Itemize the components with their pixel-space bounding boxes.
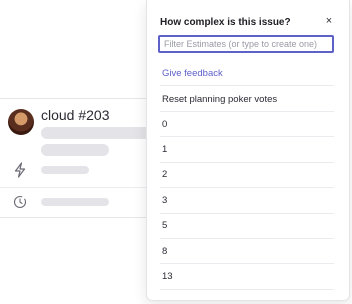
estimate-option-3[interactable]: 3	[162, 195, 167, 206]
divider	[160, 213, 334, 214]
filter-estimates-input[interactable]	[158, 35, 334, 53]
divider	[160, 111, 334, 112]
divider	[160, 289, 334, 290]
divider	[160, 263, 334, 264]
estimate-popover: How complex is this issue? × Give feedba…	[146, 0, 350, 301]
skeleton-line	[41, 144, 109, 156]
close-button[interactable]: ×	[322, 14, 336, 28]
card-title: cloud #203	[41, 107, 110, 123]
divider	[160, 85, 334, 86]
give-feedback-link[interactable]: Give feedback	[162, 68, 223, 79]
clock-icon	[13, 195, 27, 209]
divider	[160, 162, 334, 163]
divider	[160, 136, 334, 137]
skeleton-line	[41, 166, 89, 174]
estimate-option-8[interactable]: 8	[162, 246, 167, 257]
skeleton-line	[41, 127, 159, 139]
divider	[160, 238, 334, 239]
bolt-icon	[14, 162, 26, 178]
skeleton-line	[41, 198, 109, 206]
estimate-option-5[interactable]: 5	[162, 220, 167, 231]
estimate-option-1[interactable]: 1	[162, 144, 167, 155]
estimate-option-13[interactable]: 13	[162, 271, 173, 282]
reset-votes-option[interactable]: Reset planning poker votes	[162, 94, 277, 105]
estimate-option-2[interactable]: 2	[162, 169, 167, 180]
divider	[160, 187, 334, 188]
avatar[interactable]	[8, 109, 34, 135]
popover-title: How complex is this issue?	[160, 17, 291, 28]
estimate-option-0[interactable]: 0	[162, 119, 167, 130]
